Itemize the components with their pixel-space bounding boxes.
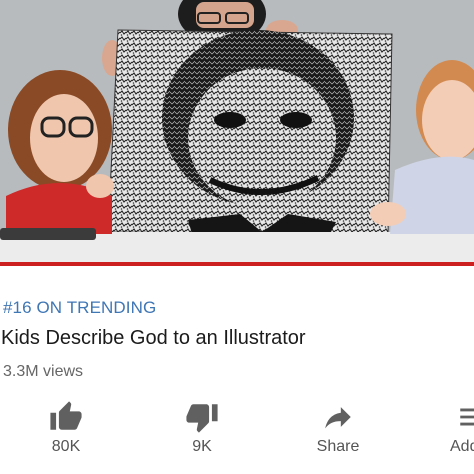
video-title: Kids Describe God to an Illustrator xyxy=(1,327,306,349)
view-count: 3.3M views xyxy=(3,363,84,380)
like-button[interactable]: 80K xyxy=(26,400,106,462)
like-count: 80K xyxy=(51,438,81,455)
add-to-playlist-icon xyxy=(456,400,474,434)
video-info-panel: #16 ON TRENDING Kids Describe God to an … xyxy=(0,266,474,474)
share-icon xyxy=(298,400,378,434)
add-label: Add xyxy=(450,438,474,455)
thumbs-up-icon xyxy=(26,400,106,434)
add-to-playlist-button[interactable]: Add xyxy=(434,400,474,462)
dislike-count: 9K xyxy=(192,438,212,455)
video-frame xyxy=(0,0,474,262)
thumbs-down-icon xyxy=(162,400,242,434)
trending-badge[interactable]: #16 ON TRENDING xyxy=(3,298,156,318)
share-label: Share xyxy=(316,438,360,455)
video-player[interactable] xyxy=(0,0,474,262)
share-button[interactable]: Share xyxy=(298,400,378,462)
dislike-button[interactable]: 9K xyxy=(162,400,242,462)
